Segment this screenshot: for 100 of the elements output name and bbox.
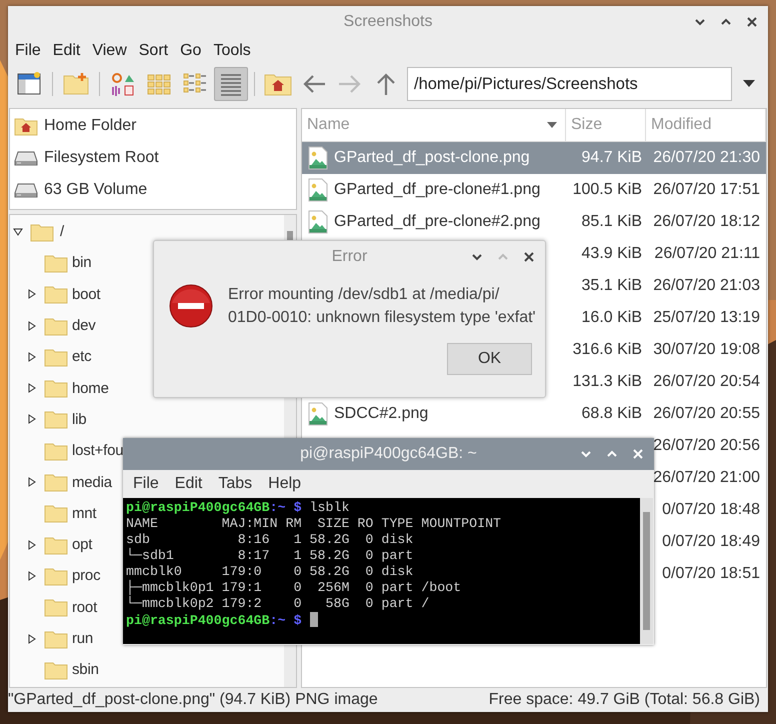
file-name: GParted_df_post-clone.png bbox=[334, 149, 530, 167]
error-message: Error mounting /dev/sdb1 at /media/pi/01D0-0010: unknown filesystem type 'exfat' bbox=[228, 285, 537, 328]
window-title: Screenshots bbox=[344, 13, 432, 31]
collapsed-arrow-icon bbox=[27, 540, 37, 550]
home-folder-icon bbox=[14, 116, 38, 136]
image-file-icon bbox=[308, 210, 328, 234]
tree-item[interactable]: opt bbox=[72, 536, 92, 554]
folder-icon bbox=[44, 660, 68, 680]
new-folder-icon bbox=[63, 71, 89, 97]
image-file-icon bbox=[308, 146, 328, 170]
close-icon[interactable] bbox=[523, 251, 535, 263]
terminal-line: └─mmcblk0p2 179:2 0 58G 0 part / bbox=[126, 596, 430, 611]
place-item[interactable]: Filesystem Root bbox=[44, 149, 159, 167]
folder-icon bbox=[44, 409, 68, 430]
file-modified: 26/07/20 17:51 bbox=[653, 181, 760, 198]
file-modified: 25/07/20 13:19 bbox=[653, 309, 760, 326]
file-modified: 26/07/20 21:00 bbox=[653, 469, 760, 486]
path-field[interactable]: /home/pi/Pictures/Screenshots bbox=[407, 67, 732, 101]
file-name: GParted_df_pre-clone#2.png bbox=[334, 213, 540, 231]
tree-item[interactable]: etc bbox=[72, 348, 92, 366]
menu-item[interactable]: Help bbox=[263, 475, 306, 493]
dialog-title: Error bbox=[332, 248, 368, 266]
tree-item[interactable]: lib bbox=[72, 410, 86, 428]
file-size: 85.1 KiB bbox=[582, 213, 642, 230]
tree-item[interactable]: root bbox=[72, 598, 98, 616]
image-file-icon bbox=[308, 402, 328, 426]
menu-item[interactable]: Sort bbox=[134, 42, 174, 60]
tree-item[interactable]: bin bbox=[72, 254, 92, 272]
file-modified: 0/07/20 18:49 bbox=[662, 533, 760, 550]
detailed-view-button[interactable] bbox=[214, 67, 248, 101]
place-item[interactable]: 63 GB Volume bbox=[44, 181, 148, 199]
place-item[interactable]: Home Folder bbox=[44, 117, 136, 135]
tree-item[interactable]: boot bbox=[72, 286, 100, 303]
expanded-arrow-icon[interactable] bbox=[13, 226, 23, 237]
scrollbar[interactable] bbox=[640, 498, 653, 644]
folder-icon bbox=[30, 222, 54, 242]
file-name: GParted_df_pre-clone#1.png bbox=[334, 181, 540, 199]
icon-view-icon bbox=[110, 71, 136, 97]
menu-item[interactable]: Edit bbox=[48, 42, 86, 60]
folder-icon bbox=[44, 440, 68, 461]
file-modified: 0/07/20 18:48 bbox=[662, 501, 760, 518]
collapsed-arrow-icon bbox=[27, 320, 37, 331]
terminal-screen[interactable] bbox=[123, 498, 640, 644]
menu-item[interactable]: Edit bbox=[170, 475, 208, 493]
collapsed-arrow-icon bbox=[27, 383, 37, 394]
tree-item[interactable]: run bbox=[72, 630, 94, 647]
folder-icon bbox=[44, 503, 68, 524]
terminal-line: mmcblk0 179:0 0 58.2G 0 disk bbox=[126, 564, 414, 579]
file-size: 43.9 KiB bbox=[582, 245, 642, 262]
terminal-line: pi@raspiP400gc64GB:~ $ bbox=[126, 613, 302, 628]
collapsed-arrow-icon bbox=[27, 289, 37, 300]
collapsed-arrow-icon bbox=[27, 570, 37, 581]
tree-item[interactable]: home bbox=[72, 380, 109, 397]
file-modified: 30/07/20 19:08 bbox=[653, 341, 760, 358]
file-size: 35.1 KiB bbox=[582, 277, 642, 294]
file-size: 100.5 KiB bbox=[572, 181, 642, 198]
folder-icon bbox=[44, 252, 68, 273]
window-title: pi@raspiP400gc64GB: ~ bbox=[300, 445, 477, 463]
menu-item[interactable]: View bbox=[87, 42, 132, 60]
menu-item[interactable]: File bbox=[10, 42, 46, 60]
folder-icon bbox=[44, 566, 68, 586]
file-modified: 26/07/20 21:03 bbox=[653, 277, 760, 294]
ok-button[interactable]: OK bbox=[447, 343, 532, 375]
tree-item[interactable]: dev bbox=[72, 317, 96, 334]
dropdown-caret-icon[interactable] bbox=[743, 80, 755, 88]
tree-item[interactable]: sbin bbox=[72, 661, 99, 678]
folder-icon bbox=[44, 346, 68, 367]
file-size: 131.3 KiB bbox=[572, 373, 642, 390]
terminal-line: └─sdb1 8:17 1 58.2G 0 part bbox=[126, 548, 414, 563]
tree-item[interactable]: mnt bbox=[72, 504, 96, 522]
tree-item[interactable]: / bbox=[60, 223, 64, 240]
file-size: 94.7 KiB bbox=[582, 149, 642, 166]
menu-item[interactable]: Tools bbox=[208, 42, 256, 60]
file-modified: 26/07/20 20:55 bbox=[653, 405, 760, 422]
image-file-icon bbox=[308, 178, 328, 202]
new-window-icon bbox=[16, 71, 42, 97]
sort-arrow-icon bbox=[547, 122, 557, 128]
menu-item[interactable]: File bbox=[128, 475, 164, 493]
folder-icon bbox=[44, 628, 68, 648]
close-icon[interactable] bbox=[746, 16, 758, 28]
error-icon bbox=[168, 283, 214, 329]
terminal-line: NAME MAJ:MIN RM SIZE RO TYPE MOUNTPOINT bbox=[126, 516, 502, 531]
menu-item[interactable]: Go bbox=[175, 42, 206, 60]
tree-item[interactable]: proc bbox=[72, 567, 100, 584]
terminal-line: sdb 8:16 1 58.2G 0 disk bbox=[126, 532, 414, 547]
folder-icon bbox=[44, 378, 68, 398]
file-size: 316.6 KiB bbox=[572, 341, 642, 358]
folder-icon bbox=[44, 472, 68, 492]
terminal-line: pi@raspiP400gc64GB:~ $ lsblk bbox=[126, 500, 350, 515]
file-modified: 26/07/20 18:12 bbox=[653, 213, 760, 230]
status-selection: "GParted_df_post-clone.png" (94.7 KiB) PNG image bbox=[8, 691, 378, 709]
tree-item[interactable]: lost+fou bbox=[72, 442, 124, 460]
collapsed-arrow-icon bbox=[27, 352, 37, 362]
menu-item[interactable]: Tabs bbox=[213, 475, 258, 493]
tree-item[interactable]: media bbox=[72, 474, 112, 491]
file-modified: 0/07/20 18:51 bbox=[662, 565, 760, 582]
file-modified: 26/07/20 20:56 bbox=[653, 437, 760, 454]
folder-icon bbox=[44, 597, 68, 618]
file-modified: 26/07/20 21:30 bbox=[653, 149, 760, 166]
file-name: SDCC#2.png bbox=[334, 405, 428, 423]
